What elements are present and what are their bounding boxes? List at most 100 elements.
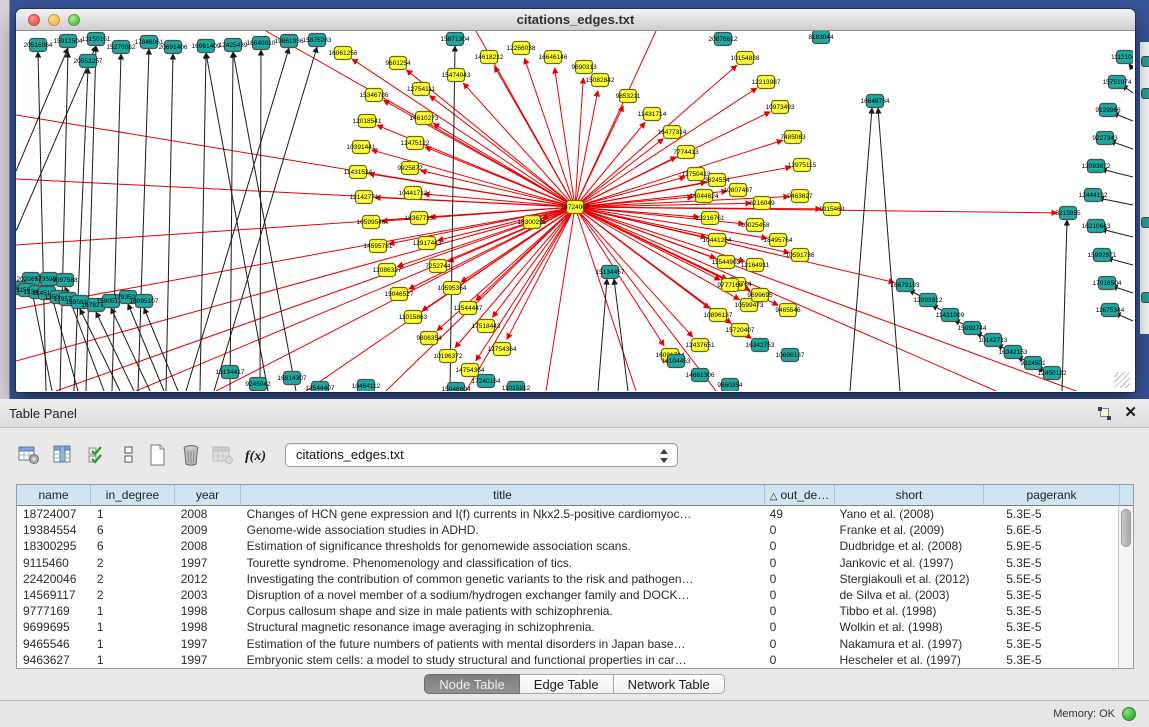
close-panel-icon[interactable]: ✕ — [1124, 404, 1137, 422]
row-selection-button[interactable] — [84, 442, 110, 468]
table-row[interactable]: 911546021997Tourette syndrome. Phenomeno… — [17, 555, 1118, 571]
graph-node[interactable]: 11015863 — [399, 311, 428, 324]
graph-node[interactable]: 20516064 — [24, 39, 53, 52]
graph-node[interactable]: 7485063 — [780, 131, 806, 144]
table-row[interactable]: 2242004622012Investigating the contribut… — [17, 571, 1118, 587]
column-header-name[interactable]: name — [17, 485, 91, 506]
graph-node[interactable]: 10025458 — [741, 219, 770, 232]
graph-node[interactable]: 15871304 — [441, 33, 470, 46]
column-header-in_degree[interactable]: in_degree — [91, 485, 175, 506]
graph-node[interactable]: 9699695 — [747, 289, 773, 302]
graph-node[interactable]: 10196372 — [434, 350, 463, 363]
graph-node[interactable]: 19861936 — [275, 35, 304, 48]
column-header-pagerank[interactable]: pagerank — [984, 485, 1120, 506]
graph-node[interactable]: 9806354 — [416, 332, 442, 345]
graph-node[interactable]: 18495764 — [764, 234, 793, 247]
table-row[interactable]: 946554611997Estimation of the future num… — [17, 636, 1118, 652]
graph-node[interactable]: 7774413 — [673, 146, 699, 159]
graph-node[interactable]: 10599546 — [357, 216, 386, 229]
graph-node[interactable]: 17518443 — [472, 320, 501, 333]
tab-node-table[interactable]: Node Table — [424, 674, 520, 694]
column-header-title[interactable]: title — [241, 485, 765, 506]
graph-node[interactable]: 10464112 — [352, 380, 381, 392]
memory-status-indicator[interactable] — [1122, 707, 1136, 721]
graph-node[interactable]: 8183044 — [808, 31, 834, 44]
graph-node[interactable]: 12425439 — [219, 39, 248, 52]
graph-node[interactable]: 8215955 — [1055, 207, 1081, 220]
column-visibility-button[interactable] — [50, 442, 76, 468]
graph-node[interactable]: 3824554 — [704, 174, 730, 187]
graph-node[interactable]: 12754111 — [407, 83, 435, 96]
graph-node[interactable]: 15912504 — [54, 35, 83, 48]
graph-node[interactable]: 20553257 — [74, 55, 103, 68]
column-header-short[interactable]: short — [835, 485, 984, 506]
graph-node[interactable]: 10441712 — [399, 187, 428, 200]
float-panel-icon[interactable] — [1098, 407, 1111, 420]
graph-node[interactable]: 9324501 — [1020, 357, 1046, 370]
graph-node[interactable]: 11431009 — [936, 309, 965, 322]
graph-node[interactable]: 16342753 — [746, 339, 775, 352]
graph-node[interactable]: 6216049 — [749, 197, 775, 210]
graph-node[interactable]: 16061256 — [329, 47, 358, 60]
import-table-button[interactable] — [210, 442, 236, 468]
delete-column-button[interactable] — [178, 442, 204, 468]
graph-node[interactable]: 9097588 — [52, 274, 78, 287]
graph-node[interactable]: 13216761 — [696, 212, 725, 225]
column-header-out_de[interactable]: △out_de… — [765, 485, 835, 506]
graph-node[interactable]: 10154838 — [731, 52, 760, 65]
table-row[interactable]: 1938455462009Genome-wide association stu… — [17, 522, 1118, 538]
network-window-titlebar[interactable]: citations_edges.txt — [16, 9, 1135, 31]
table-row[interactable]: 1456911722003Disruption of a novel membe… — [17, 587, 1118, 603]
graph-node[interactable]: 15474043 — [442, 69, 471, 82]
network-canvas[interactable]: 1872400715346786120185411039144111431524… — [16, 31, 1133, 391]
graph-node[interactable]: 9690313 — [571, 61, 597, 74]
table-select-dropdown[interactable]: citations_edges.txt — [285, 443, 678, 467]
graph-node[interactable]: 9601254 — [385, 57, 411, 70]
graph-node[interactable]: 12544407 — [306, 382, 335, 392]
graph-node[interactable]: 16640910 — [247, 37, 276, 50]
graph-node[interactable]: 14618212 — [475, 51, 504, 64]
graph-node[interactable]: 10391441 — [347, 141, 376, 154]
graph-node[interactable]: 11431524 — [344, 166, 373, 179]
citation-network-graph[interactable]: 1872400715346786120185411039144111431524… — [16, 31, 1133, 391]
graph-node[interactable]: 12142771 — [350, 191, 379, 204]
graph-node[interactable]: 11015812 — [502, 382, 531, 392]
graph-node[interactable]: 12213987 — [752, 76, 781, 89]
graph-node[interactable]: 16961409 — [192, 40, 221, 53]
graph-node[interactable]: 15046527 — [385, 288, 414, 301]
tab-edge-table[interactable]: Edge Table — [520, 674, 614, 694]
graph-node[interactable]: 9465546 — [775, 304, 801, 317]
graph-node[interactable]: 12754364 — [488, 343, 517, 356]
graph-node[interactable]: 9860354 — [717, 379, 743, 392]
graph-node[interactable]: 12266038 — [507, 42, 536, 55]
column-header-year[interactable]: year — [175, 485, 241, 506]
graph-node[interactable]: 10696137 — [776, 349, 805, 362]
table-row[interactable]: 1830029562008Estimation of significance … — [17, 538, 1118, 554]
graph-node[interactable]: 18367713 — [405, 212, 434, 225]
graph-node[interactable]: 10896137 — [704, 309, 733, 322]
graph-node[interactable]: 16646146 — [539, 51, 568, 64]
graph-node[interactable]: 12975115 — [788, 159, 817, 172]
table-row[interactable]: 977716911998Corpus callosum shape and si… — [17, 603, 1118, 619]
graph-node[interactable]: 11121043 — [1111, 51, 1133, 64]
table-vertical-scrollbar[interactable] — [1118, 506, 1133, 668]
graph-node[interactable]: 11675344 — [1096, 304, 1125, 317]
graph-node[interactable]: 16679193 — [891, 279, 920, 292]
table-row[interactable]: 946362711997Embryonic stem cells: a mode… — [17, 652, 1118, 668]
new-column-button[interactable] — [144, 442, 170, 468]
graph-node[interactable]: 9463627 — [787, 190, 813, 203]
rows-button[interactable] — [116, 442, 142, 468]
graph-node[interactable]: 20876612 — [709, 33, 738, 46]
graph-node[interactable]: 15751074 — [1103, 76, 1132, 89]
graph-node[interactable]: 16648784 — [861, 95, 890, 108]
graph-node[interactable]: 12093812 — [914, 294, 943, 307]
function-builder-button[interactable]: f(x) — [244, 442, 270, 468]
graph-node[interactable]: 10807487 — [724, 184, 753, 197]
graph-node[interactable]: 15082842 — [586, 74, 615, 87]
graph-node[interactable]: 15720407 — [726, 324, 755, 337]
graph-node[interactable]: 10591736 — [786, 249, 815, 262]
graph-node[interactable]: 15346786 — [360, 89, 389, 102]
graph-node[interactable]: 15276062 — [107, 41, 136, 54]
tab-network-table[interactable]: Network Table — [614, 674, 725, 694]
graph-node[interactable]: 9853211 — [616, 90, 641, 103]
